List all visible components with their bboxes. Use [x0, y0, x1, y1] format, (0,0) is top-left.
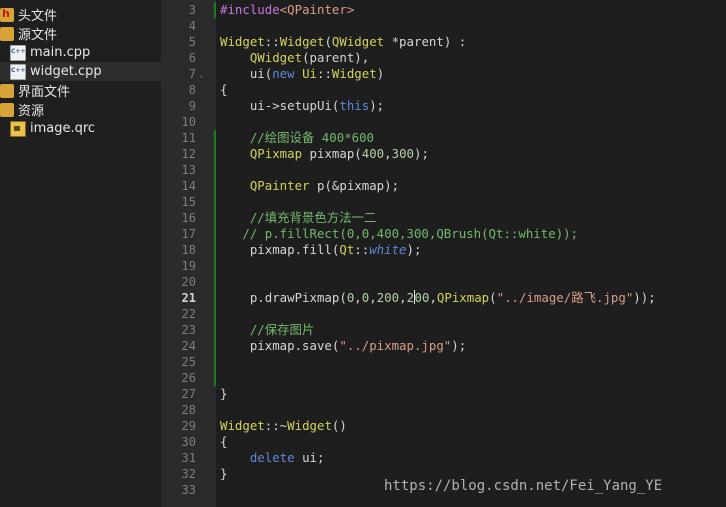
line-number: 22	[181, 307, 196, 321]
line-number: 12	[181, 147, 196, 161]
line-number: 21	[181, 291, 196, 305]
tree-item-label: 资源	[18, 104, 45, 119]
code-editor[interactable]: #include<QPainter>Widget::Widget(QWidget…	[216, 0, 726, 507]
code-line[interactable]: //填充背景色方法一二	[220, 210, 376, 226]
code-line[interactable]: QPainter p(&pixmap);	[220, 178, 399, 194]
tree-item-label: 界面文件	[18, 85, 71, 100]
code-line[interactable]: // p.fillRect(0,0,400,300,QBrush(Qt::whi…	[220, 226, 578, 242]
line-number: 31	[181, 451, 196, 465]
watermark-text: https://blog.csdn.net/Fei_Yang_YE	[384, 478, 663, 494]
qt-creator-window: 头文件 源文件 main.cpp widget.cpp 界面文件 资源 imag…	[0, 0, 726, 507]
code-line[interactable]: Widget::Widget(QWidget *parent) :	[220, 34, 466, 50]
resources-folder-icon	[0, 102, 14, 117]
code-line[interactable]: Widget::~Widget()	[220, 418, 347, 434]
line-number: 23	[181, 323, 196, 337]
line-number: 19	[181, 259, 196, 273]
code-line[interactable]: #include<QPainter>	[220, 2, 354, 18]
code-line[interactable]: ui(new Ui::Widget)	[220, 66, 384, 82]
tree-item-label: 源文件	[18, 28, 58, 43]
line-number: 6	[188, 51, 196, 65]
line-number: 8	[188, 83, 196, 97]
tree-item-main-cpp[interactable]: main.cpp	[0, 43, 161, 62]
tree-item-label: 头文件	[18, 9, 58, 24]
line-number: 27	[181, 387, 196, 401]
line-number: 5	[188, 35, 196, 49]
text-cursor	[413, 290, 415, 304]
tree-item-widget-cpp[interactable]: widget.cpp	[0, 62, 161, 81]
code-line[interactable]: }	[220, 466, 227, 482]
tree-item-sources[interactable]: 源文件	[0, 24, 161, 43]
code-line[interactable]: ui->setupUi(this);	[220, 98, 384, 114]
line-number: 10	[181, 115, 196, 129]
line-number: 17	[181, 227, 196, 241]
tree-item-label: main.cpp	[30, 45, 91, 60]
code-line[interactable]: pixmap.fill(Qt::white);	[220, 242, 422, 258]
line-number: 28	[181, 403, 196, 417]
line-number: 24	[181, 339, 196, 353]
project-tree: 头文件 源文件 main.cpp widget.cpp 界面文件 资源 imag…	[0, 0, 161, 507]
line-number: 4	[188, 19, 196, 33]
cpp-file-icon	[10, 44, 26, 61]
line-number: 14	[181, 179, 196, 193]
line-number: 33	[181, 483, 196, 497]
line-number: 26	[181, 371, 196, 385]
tree-item-label: widget.cpp	[30, 64, 102, 79]
line-number: 32	[181, 467, 196, 481]
line-number: 15	[181, 195, 196, 209]
header-folder-icon	[0, 7, 14, 22]
code-line[interactable]: QWidget(parent),	[220, 50, 369, 66]
qrc-file-icon	[10, 120, 26, 137]
forms-folder-icon	[0, 83, 14, 98]
line-number: 29	[181, 419, 196, 433]
cpp-file-icon	[10, 63, 26, 80]
line-number-gutter[interactable]: 3 4 5 6 7 8 9 10 11 12 13 14 15 16 17 18 19 20 21 22 23 24 25 2…	[161, 0, 216, 507]
tree-item-forms[interactable]: 界面文件	[0, 81, 161, 100]
code-line[interactable]: {	[220, 434, 227, 450]
code-line[interactable]: }	[220, 386, 227, 402]
tree-item-image-qrc[interactable]: image.qrc	[0, 119, 161, 138]
line-number: 9	[188, 99, 196, 113]
code-line[interactable]: //绘图设备 400*600	[220, 130, 374, 146]
line-number: 13	[181, 163, 196, 177]
line-number: 3	[188, 3, 196, 17]
code-line[interactable]: QPixmap pixmap(400,300);	[220, 146, 429, 162]
code-line[interactable]: p.drawPixmap(0,0,200,200,QPixmap("../ima…	[220, 290, 656, 306]
line-number: 25	[181, 355, 196, 369]
code-line[interactable]: {	[220, 82, 227, 98]
source-folder-icon	[0, 26, 14, 41]
line-number: 16	[181, 211, 196, 225]
code-line[interactable]: delete ui;	[220, 450, 325, 466]
tree-item-headers[interactable]: 头文件	[0, 5, 161, 24]
line-number: 30	[181, 435, 196, 449]
line-number: 7	[188, 67, 196, 81]
code-line[interactable]: pixmap.save("../pixmap.jpg");	[220, 338, 466, 354]
fold-chevron-icon[interactable]: ⌄	[199, 71, 207, 79]
line-number: 18	[181, 243, 196, 257]
line-number: 11	[181, 131, 196, 145]
line-number: 20	[181, 275, 196, 289]
tree-item-resources[interactable]: 资源	[0, 100, 161, 119]
tree-item-label: image.qrc	[30, 121, 96, 136]
code-line[interactable]: //保存图片	[220, 322, 315, 338]
